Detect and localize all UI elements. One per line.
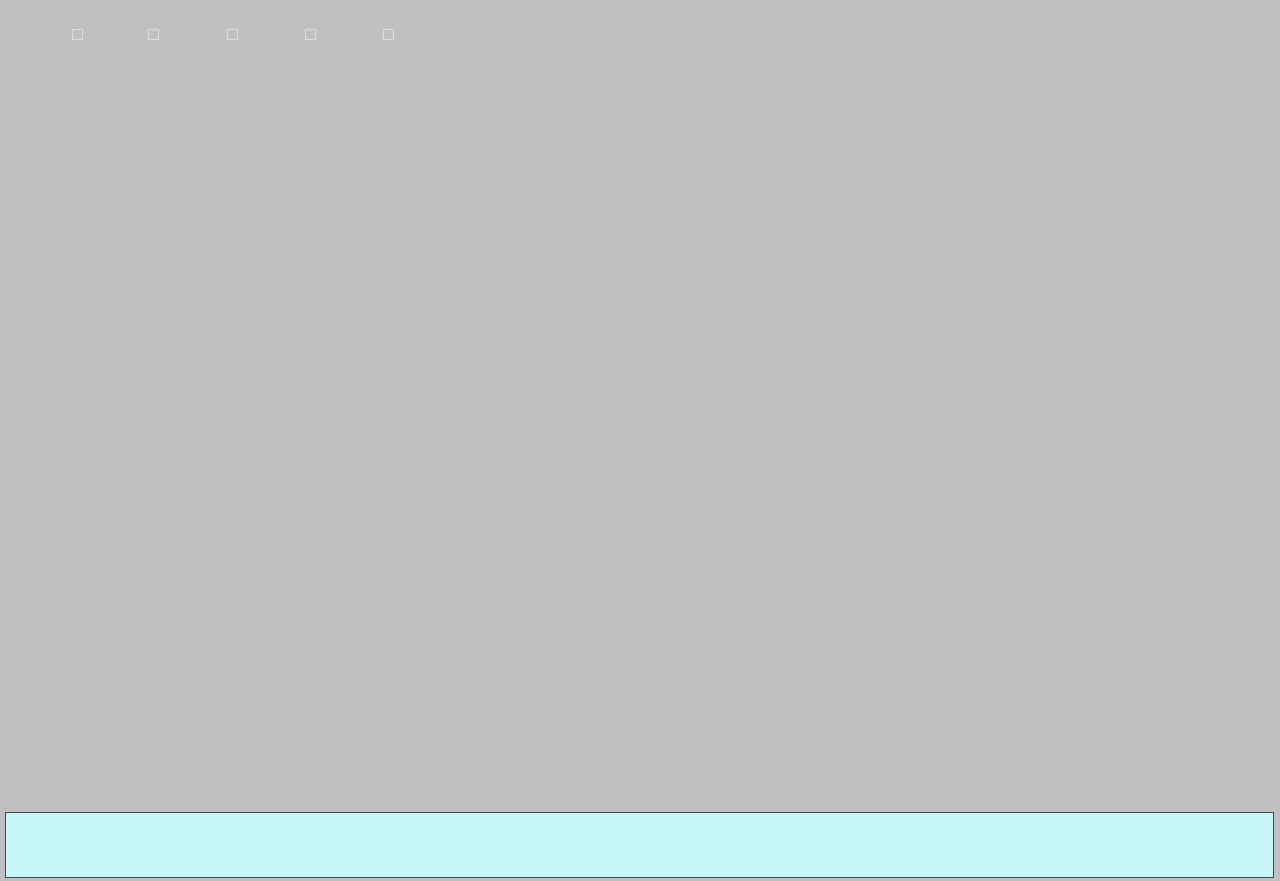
stats-table [5, 812, 1274, 878]
weather-app-window [0, 0, 1280, 881]
weather-day-chart [0, 0, 1280, 812]
